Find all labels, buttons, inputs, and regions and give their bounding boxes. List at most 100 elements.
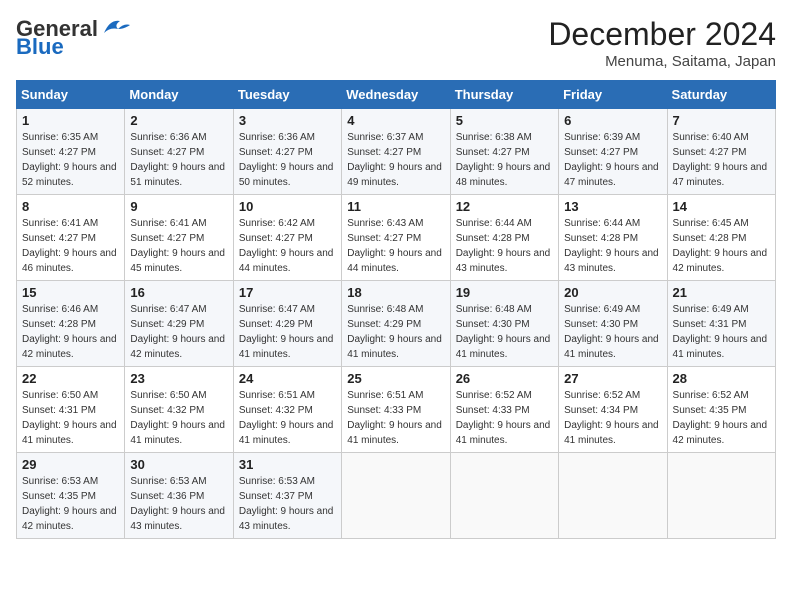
day-number: 24 [239,371,336,386]
day-info: Sunrise: 6:47 AM Sunset: 4:29 PM Dayligh… [239,302,336,362]
day-number: 28 [673,371,770,386]
day-info: Sunrise: 6:44 AM Sunset: 4:28 PM Dayligh… [456,216,553,276]
calendar-week-row: 22 Sunrise: 6:50 AM Sunset: 4:31 PM Dayl… [17,367,776,453]
logo: General Blue [16,16,132,60]
day-info: Sunrise: 6:49 AM Sunset: 4:30 PM Dayligh… [564,302,661,362]
day-info: Sunrise: 6:36 AM Sunset: 4:27 PM Dayligh… [239,130,336,190]
day-number: 30 [130,457,227,472]
logo-bird-icon [100,15,132,37]
table-row: 3 Sunrise: 6:36 AM Sunset: 4:27 PM Dayli… [233,109,341,195]
day-number: 18 [347,285,444,300]
day-number: 6 [564,113,661,128]
day-number: 14 [673,199,770,214]
day-info: Sunrise: 6:48 AM Sunset: 4:30 PM Dayligh… [456,302,553,362]
table-row: 23 Sunrise: 6:50 AM Sunset: 4:32 PM Dayl… [125,367,233,453]
table-row: 5 Sunrise: 6:38 AM Sunset: 4:27 PM Dayli… [450,109,558,195]
col-thursday: Thursday [450,81,558,109]
day-info: Sunrise: 6:39 AM Sunset: 4:27 PM Dayligh… [564,130,661,190]
day-number: 19 [456,285,553,300]
day-info: Sunrise: 6:45 AM Sunset: 4:28 PM Dayligh… [673,216,770,276]
page-subtitle: Menuma, Saitama, Japan [548,53,776,70]
title-block: December 2024 Menuma, Saitama, Japan [548,16,776,70]
day-number: 8 [22,199,119,214]
calendar-week-row: 8 Sunrise: 6:41 AM Sunset: 4:27 PM Dayli… [17,195,776,281]
day-info: Sunrise: 6:44 AM Sunset: 4:28 PM Dayligh… [564,216,661,276]
day-number: 29 [22,457,119,472]
table-row: 30 Sunrise: 6:53 AM Sunset: 4:36 PM Dayl… [125,453,233,539]
day-info: Sunrise: 6:36 AM Sunset: 4:27 PM Dayligh… [130,130,227,190]
col-friday: Friday [559,81,667,109]
col-wednesday: Wednesday [342,81,450,109]
table-row [667,453,775,539]
day-number: 17 [239,285,336,300]
day-number: 27 [564,371,661,386]
day-number: 7 [673,113,770,128]
day-info: Sunrise: 6:53 AM Sunset: 4:35 PM Dayligh… [22,474,119,534]
day-number: 10 [239,199,336,214]
day-info: Sunrise: 6:37 AM Sunset: 4:27 PM Dayligh… [347,130,444,190]
table-row: 19 Sunrise: 6:48 AM Sunset: 4:30 PM Dayl… [450,281,558,367]
table-row: 1 Sunrise: 6:35 AM Sunset: 4:27 PM Dayli… [17,109,125,195]
table-row: 31 Sunrise: 6:53 AM Sunset: 4:37 PM Dayl… [233,453,341,539]
col-sunday: Sunday [17,81,125,109]
table-row: 17 Sunrise: 6:47 AM Sunset: 4:29 PM Dayl… [233,281,341,367]
logo-text-blue: Blue [16,34,64,60]
day-number: 31 [239,457,336,472]
table-row: 24 Sunrise: 6:51 AM Sunset: 4:32 PM Dayl… [233,367,341,453]
col-tuesday: Tuesday [233,81,341,109]
page-header: General Blue December 2024 Menuma, Saita… [16,16,776,70]
page-title: December 2024 [548,16,776,53]
day-info: Sunrise: 6:51 AM Sunset: 4:33 PM Dayligh… [347,388,444,448]
day-info: Sunrise: 6:50 AM Sunset: 4:32 PM Dayligh… [130,388,227,448]
day-number: 20 [564,285,661,300]
day-number: 13 [564,199,661,214]
table-row [450,453,558,539]
table-row: 18 Sunrise: 6:48 AM Sunset: 4:29 PM Dayl… [342,281,450,367]
table-row: 20 Sunrise: 6:49 AM Sunset: 4:30 PM Dayl… [559,281,667,367]
day-info: Sunrise: 6:43 AM Sunset: 4:27 PM Dayligh… [347,216,444,276]
calendar-table: Sunday Monday Tuesday Wednesday Thursday… [16,80,776,539]
day-info: Sunrise: 6:47 AM Sunset: 4:29 PM Dayligh… [130,302,227,362]
table-row: 9 Sunrise: 6:41 AM Sunset: 4:27 PM Dayli… [125,195,233,281]
day-number: 9 [130,199,227,214]
table-row: 4 Sunrise: 6:37 AM Sunset: 4:27 PM Dayli… [342,109,450,195]
table-row: 22 Sunrise: 6:50 AM Sunset: 4:31 PM Dayl… [17,367,125,453]
day-info: Sunrise: 6:48 AM Sunset: 4:29 PM Dayligh… [347,302,444,362]
table-row: 25 Sunrise: 6:51 AM Sunset: 4:33 PM Dayl… [342,367,450,453]
day-number: 1 [22,113,119,128]
calendar-week-row: 1 Sunrise: 6:35 AM Sunset: 4:27 PM Dayli… [17,109,776,195]
calendar-week-row: 15 Sunrise: 6:46 AM Sunset: 4:28 PM Dayl… [17,281,776,367]
day-number: 22 [22,371,119,386]
day-number: 15 [22,285,119,300]
table-row: 29 Sunrise: 6:53 AM Sunset: 4:35 PM Dayl… [17,453,125,539]
calendar-header-row: Sunday Monday Tuesday Wednesday Thursday… [17,81,776,109]
table-row: 6 Sunrise: 6:39 AM Sunset: 4:27 PM Dayli… [559,109,667,195]
table-row: 15 Sunrise: 6:46 AM Sunset: 4:28 PM Dayl… [17,281,125,367]
day-number: 16 [130,285,227,300]
day-number: 11 [347,199,444,214]
col-monday: Monday [125,81,233,109]
day-info: Sunrise: 6:42 AM Sunset: 4:27 PM Dayligh… [239,216,336,276]
day-info: Sunrise: 6:52 AM Sunset: 4:35 PM Dayligh… [673,388,770,448]
day-number: 4 [347,113,444,128]
table-row: 21 Sunrise: 6:49 AM Sunset: 4:31 PM Dayl… [667,281,775,367]
table-row: 26 Sunrise: 6:52 AM Sunset: 4:33 PM Dayl… [450,367,558,453]
table-row [559,453,667,539]
table-row: 27 Sunrise: 6:52 AM Sunset: 4:34 PM Dayl… [559,367,667,453]
day-info: Sunrise: 6:46 AM Sunset: 4:28 PM Dayligh… [22,302,119,362]
day-number: 26 [456,371,553,386]
day-info: Sunrise: 6:49 AM Sunset: 4:31 PM Dayligh… [673,302,770,362]
table-row: 14 Sunrise: 6:45 AM Sunset: 4:28 PM Dayl… [667,195,775,281]
calendar-week-row: 29 Sunrise: 6:53 AM Sunset: 4:35 PM Dayl… [17,453,776,539]
day-number: 12 [456,199,553,214]
day-number: 5 [456,113,553,128]
table-row: 2 Sunrise: 6:36 AM Sunset: 4:27 PM Dayli… [125,109,233,195]
day-info: Sunrise: 6:52 AM Sunset: 4:33 PM Dayligh… [456,388,553,448]
table-row: 11 Sunrise: 6:43 AM Sunset: 4:27 PM Dayl… [342,195,450,281]
table-row: 16 Sunrise: 6:47 AM Sunset: 4:29 PM Dayl… [125,281,233,367]
day-info: Sunrise: 6:38 AM Sunset: 4:27 PM Dayligh… [456,130,553,190]
day-info: Sunrise: 6:53 AM Sunset: 4:37 PM Dayligh… [239,474,336,534]
table-row: 10 Sunrise: 6:42 AM Sunset: 4:27 PM Dayl… [233,195,341,281]
day-info: Sunrise: 6:35 AM Sunset: 4:27 PM Dayligh… [22,130,119,190]
table-row [342,453,450,539]
